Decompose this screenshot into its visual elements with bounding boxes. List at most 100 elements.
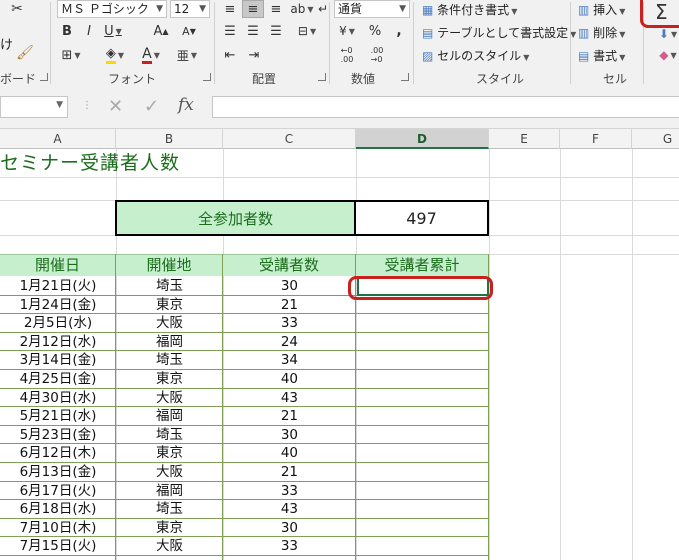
cut-icon[interactable]: ✂	[8, 0, 26, 18]
fill-down-icon[interactable]: ⬇ ▼	[657, 25, 679, 43]
resize-handle-icon[interactable]: ⋮	[82, 100, 92, 111]
cell-count[interactable]: 40	[223, 370, 356, 389]
align-center-icon[interactable]: ☰	[242, 22, 264, 40]
cell-cumulative[interactable]	[356, 537, 489, 556]
formula-input[interactable]	[212, 96, 679, 118]
cell-place[interactable]: 埼玉	[116, 277, 223, 296]
cell-count[interactable]: 21	[223, 296, 356, 315]
font-name-select[interactable]: ＭＳ Ｐゴシック ▼	[57, 0, 167, 18]
cell-cumulative[interactable]	[356, 314, 489, 333]
grow-font-icon[interactable]: A ▲	[148, 21, 174, 41]
cell-count[interactable]: 43	[223, 500, 356, 519]
cell-date[interactable]: 7月15日(火)	[0, 537, 116, 556]
bold-button[interactable]: B	[58, 21, 76, 41]
cell-date[interactable]: 6月17日(火)	[0, 482, 116, 501]
cell-count[interactable]: 30	[223, 426, 356, 445]
align-bottom-icon[interactable]: ≡	[266, 0, 286, 18]
clear-icon[interactable]: ◆ ▼	[657, 46, 679, 64]
name-box[interactable]: ▼	[0, 96, 68, 118]
cell-cumulative[interactable]	[356, 444, 489, 463]
header-cumulative[interactable]: 受講者累計	[356, 254, 489, 276]
cell-place[interactable]: 福岡	[116, 407, 223, 426]
cell-styles-button[interactable]: ▨ セルのスタイル ▼	[422, 47, 529, 64]
cell-date[interactable]: 6月13日(金)	[0, 463, 116, 482]
cell-date[interactable]: 5月21日(水)	[0, 407, 116, 426]
borders-icon[interactable]: ⊞ ▼	[56, 44, 86, 66]
cell-place[interactable]: 東京	[116, 444, 223, 463]
cell-cumulative[interactable]	[356, 351, 489, 370]
cell-count[interactable]: 34	[223, 351, 356, 370]
phonetic-icon[interactable]: 亜 ▼	[172, 44, 202, 66]
header-count[interactable]: 受講者数	[223, 254, 356, 276]
total-label-cell[interactable]: 全参加者数	[115, 200, 356, 236]
cancel-icon[interactable]: ✕	[108, 96, 123, 117]
cell-count[interactable]: 40	[223, 444, 356, 463]
cell-cumulative[interactable]	[356, 519, 489, 538]
font-launcher[interactable]	[203, 73, 211, 81]
cell-date[interactable]: 2月5日(水)	[0, 314, 116, 333]
decrease-indent-icon[interactable]: ⇤	[220, 46, 240, 64]
cell-date[interactable]: 1月21日(火)	[0, 277, 116, 296]
font-color-icon[interactable]: A ▼	[136, 44, 166, 66]
align-middle-icon[interactable]: ≡	[242, 0, 264, 18]
clipboard-launcher[interactable]	[40, 73, 48, 81]
increase-decimal-icon[interactable]: ←0.00	[334, 44, 360, 66]
number-launcher[interactable]	[401, 73, 409, 81]
column-header-g[interactable]: G	[632, 129, 679, 149]
delete-button[interactable]: ▥ 削除 ▼	[578, 24, 625, 41]
font-size-select[interactable]: 12 ▼	[170, 0, 210, 18]
column-header-a[interactable]: A	[0, 129, 116, 149]
cell-date[interactable]: 2月12日(水)	[0, 333, 116, 352]
enter-icon[interactable]: ✓	[144, 96, 159, 117]
insert-button[interactable]: ▥ 挿入 ▼	[578, 1, 625, 18]
cell-count[interactable]: 33	[223, 314, 356, 333]
cell-count[interactable]: 33	[223, 482, 356, 501]
cell-place[interactable]: 福岡	[116, 482, 223, 501]
cell-cumulative[interactable]	[356, 389, 489, 408]
column-header-e[interactable]: E	[489, 129, 560, 149]
total-value-cell[interactable]: 497	[356, 200, 489, 236]
column-header-b[interactable]: B	[116, 129, 223, 149]
align-right-icon[interactable]: ☰	[266, 22, 286, 40]
header-place[interactable]: 開催地	[116, 254, 223, 276]
decrease-decimal-icon[interactable]: .00 →0	[364, 44, 390, 66]
worksheet-grid[interactable]: セミナー受講者人数 全参加者数 497 開催日 開催地 受講者数 受講者累計 1…	[0, 149, 679, 560]
currency-icon[interactable]: ¥ ▼	[334, 22, 360, 40]
cell-cumulative[interactable]	[356, 407, 489, 426]
cell-count[interactable]: 43	[223, 389, 356, 408]
column-header-d[interactable]: D	[356, 129, 489, 149]
cell-place[interactable]: 埼玉	[116, 351, 223, 370]
cell-place[interactable]: 大阪	[116, 389, 223, 408]
cell-count[interactable]: 33	[223, 537, 356, 556]
italic-button[interactable]: I	[80, 21, 98, 41]
format-as-table-button[interactable]: ▤ テーブルとして書式設定 ▼	[422, 24, 576, 41]
cell-place[interactable]: 大阪	[116, 463, 223, 482]
paste-button[interactable]: け	[0, 34, 13, 53]
orientation-icon[interactable]: ab ▼	[290, 0, 314, 18]
column-header-c[interactable]: C	[223, 129, 356, 149]
cell-place[interactable]: 福岡	[116, 333, 223, 352]
cell-date[interactable]: 6月12日(木)	[0, 444, 116, 463]
cell-count[interactable]: 30	[223, 277, 356, 296]
conditional-format-button[interactable]: ▦ 条件付き書式 ▼	[422, 1, 517, 18]
insert-function-button[interactable]: fx	[178, 95, 194, 115]
shrink-font-icon[interactable]: A ▼	[176, 21, 202, 41]
cell-place[interactable]: 埼玉	[116, 426, 223, 445]
alignment-launcher[interactable]	[318, 73, 326, 81]
cell-count[interactable]: 21	[223, 407, 356, 426]
cell-count[interactable]: 21	[223, 463, 356, 482]
header-date[interactable]: 開催日	[0, 254, 116, 276]
increase-indent-icon[interactable]: ⇥	[244, 46, 264, 64]
column-header-f[interactable]: F	[560, 129, 632, 149]
autosum-button[interactable]: Σ	[640, 0, 679, 28]
cell-date[interactable]: 1月24日(金)	[0, 296, 116, 315]
format-button[interactable]: ▤ 書式 ▼	[578, 47, 625, 64]
cell-cumulative[interactable]	[356, 482, 489, 501]
cell-cumulative[interactable]	[356, 463, 489, 482]
cell-place[interactable]: 埼玉	[116, 500, 223, 519]
cell-place[interactable]: 大阪	[116, 537, 223, 556]
underline-button[interactable]: U ▼	[100, 21, 126, 41]
cell-cumulative[interactable]	[356, 370, 489, 389]
cell-place[interactable]: 大阪	[116, 314, 223, 333]
cell-place[interactable]: 東京	[116, 296, 223, 315]
